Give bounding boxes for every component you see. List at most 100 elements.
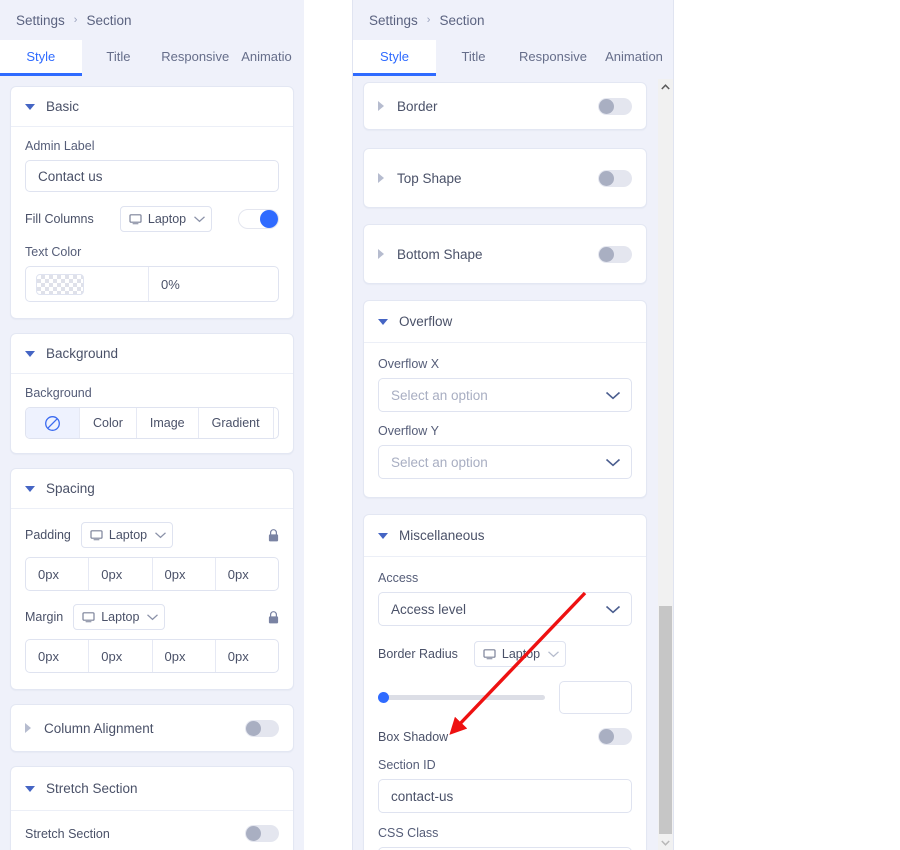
section-column-alignment-header[interactable]: Column Alignment — [11, 705, 293, 751]
background-option-none[interactable] — [26, 408, 80, 438]
tab-responsive[interactable]: Responsive — [511, 40, 595, 73]
section-spacing-header[interactable]: Spacing — [11, 469, 293, 509]
section-miscellaneous-header[interactable]: Miscellaneous — [364, 515, 646, 557]
margin-values: 0px 0px 0px 0px — [25, 639, 279, 673]
border-toggle[interactable] — [598, 97, 632, 115]
stretch-section-toggle[interactable] — [245, 825, 279, 842]
chevron-down-icon — [548, 651, 560, 658]
border-radius-input[interactable] — [559, 681, 632, 714]
monitor-icon — [129, 213, 142, 224]
bottom-shape-toggle[interactable] — [598, 245, 632, 263]
box-shadow-row: Box Shadow — [378, 728, 632, 745]
top-shape-toggle[interactable] — [598, 169, 632, 187]
section-stretch-section-body: Stretch Section — [11, 811, 293, 850]
section-id-input[interactable]: contact-us — [378, 779, 632, 813]
tab-label: Responsive — [519, 49, 587, 64]
margin-device-select[interactable]: Laptop — [73, 604, 166, 630]
vertical-scrollbar[interactable] — [658, 79, 673, 850]
slider-thumb[interactable] — [378, 692, 389, 703]
padding-device-select[interactable]: Laptop — [80, 522, 173, 548]
overflow-y-select[interactable]: Select an option — [378, 445, 632, 479]
background-option-gradient[interactable]: Gradient — [199, 408, 274, 438]
margin-right-input[interactable]: 0px — [89, 640, 153, 672]
tab-style[interactable]: Style — [353, 40, 436, 76]
tab-animation[interactable]: Animation — [595, 40, 673, 73]
section-stretch-section: Stretch Section Stretch Section — [10, 766, 294, 850]
tab-style[interactable]: Style — [0, 40, 82, 76]
section-top-shape[interactable]: Top Shape — [363, 148, 647, 208]
background-type-segmented: Color Image Gradient Video — [25, 407, 279, 439]
admin-label-input[interactable]: Contact us — [25, 160, 279, 192]
section-stretch-section-title: Stretch Section — [46, 781, 138, 796]
scrollbar-down-button[interactable] — [658, 835, 673, 850]
scrollbar-up-button[interactable] — [658, 79, 673, 94]
border-radius-device-select[interactable]: Laptop — [473, 641, 566, 667]
border-radius-slider[interactable] — [378, 691, 546, 705]
chevron-down-icon — [605, 605, 621, 613]
column-alignment-toggle[interactable] — [245, 719, 279, 737]
fill-columns-device-value: Laptop — [147, 212, 187, 226]
padding-right-input[interactable]: 0px — [89, 558, 153, 590]
section-bottom-shape[interactable]: Bottom Shape — [363, 224, 647, 284]
section-bottom-shape-title: Bottom Shape — [397, 246, 483, 262]
section-spacing-body: Padding Laptop 0px 0px 0px 0px Margin La… — [11, 509, 293, 689]
section-background-title: Background — [46, 346, 119, 361]
tab-title[interactable]: Title — [82, 40, 156, 73]
tab-label: Animation — [605, 49, 663, 64]
section-basic-header[interactable]: Basic — [11, 87, 293, 127]
margin-left-input[interactable]: 0px — [216, 640, 278, 672]
box-shadow-toggle[interactable] — [598, 728, 632, 745]
tab-bar: Style Title Responsive Animation — [353, 40, 673, 76]
breadcrumb-current[interactable]: Section — [439, 13, 484, 28]
padding-left-input[interactable]: 0px — [216, 558, 278, 590]
tab-animation[interactable]: Animatio — [235, 40, 304, 73]
overflow-x-select[interactable]: Select an option — [378, 378, 632, 412]
fill-columns-device-select[interactable]: Laptop — [119, 206, 212, 232]
section-overflow-body: Overflow X Select an option Overflow Y S… — [364, 343, 646, 497]
access-select[interactable]: Access level — [378, 592, 632, 626]
section-background-header[interactable]: Background — [11, 334, 293, 374]
right-panel-body: Border Top Shape Bottom Shape Overflow O… — [353, 76, 657, 850]
section-border-header[interactable]: Border — [364, 83, 646, 129]
margin-top-input[interactable]: 0px — [26, 640, 90, 672]
section-miscellaneous-title: Miscellaneous — [399, 528, 485, 543]
scrollbar-thumb[interactable] — [659, 606, 672, 834]
section-stretch-section-header[interactable]: Stretch Section — [11, 767, 293, 811]
lock-icon[interactable] — [268, 528, 279, 542]
css-class-label: CSS Class — [378, 826, 439, 840]
background-option-color[interactable]: Color — [80, 408, 137, 438]
text-color-opacity-input[interactable]: 0% — [149, 267, 278, 301]
color-swatch[interactable] — [36, 273, 84, 295]
monitor-icon — [483, 648, 496, 659]
tab-title[interactable]: Title — [436, 40, 511, 73]
section-overflow-header[interactable]: Overflow — [364, 301, 646, 343]
lock-icon[interactable] — [268, 610, 279, 624]
padding-top-input[interactable]: 0px — [26, 558, 90, 590]
background-option-image[interactable]: Image — [137, 408, 199, 438]
stretch-section-row-label: Stretch Section — [25, 826, 110, 841]
overflow-x-label: Overflow X — [378, 357, 440, 371]
section-top-shape-header[interactable]: Top Shape — [364, 149, 646, 207]
text-color-swatch-cell[interactable] — [26, 267, 149, 301]
background-option-video[interactable]: Video — [274, 408, 278, 438]
section-miscellaneous: Miscellaneous Access Access level Border… — [363, 514, 647, 850]
tab-responsive[interactable]: Responsive — [155, 40, 235, 73]
border-radius-control-row — [378, 681, 632, 714]
padding-bottom-input[interactable]: 0px — [153, 558, 216, 590]
fill-columns-toggle[interactable] — [237, 209, 279, 229]
overflow-y-placeholder: Select an option — [391, 454, 488, 470]
section-column-alignment-title: Column Alignment — [44, 720, 154, 736]
section-column-alignment[interactable]: Column Alignment — [10, 704, 294, 752]
chevron-right-icon — [25, 723, 31, 733]
toggle-knob — [246, 720, 261, 736]
section-border[interactable]: Border — [363, 82, 647, 130]
chevron-down-icon — [378, 532, 388, 539]
margin-bottom-input[interactable]: 0px — [153, 640, 216, 672]
slider-track[interactable] — [378, 695, 546, 700]
section-bottom-shape-header[interactable]: Bottom Shape — [364, 225, 646, 283]
border-radius-device-value: Laptop — [501, 647, 541, 661]
padding-header-row: Padding Laptop — [25, 522, 279, 548]
breadcrumb-root[interactable]: Settings — [369, 13, 418, 28]
breadcrumb-current[interactable]: Section — [86, 13, 131, 28]
breadcrumb-root[interactable]: Settings — [16, 13, 65, 28]
